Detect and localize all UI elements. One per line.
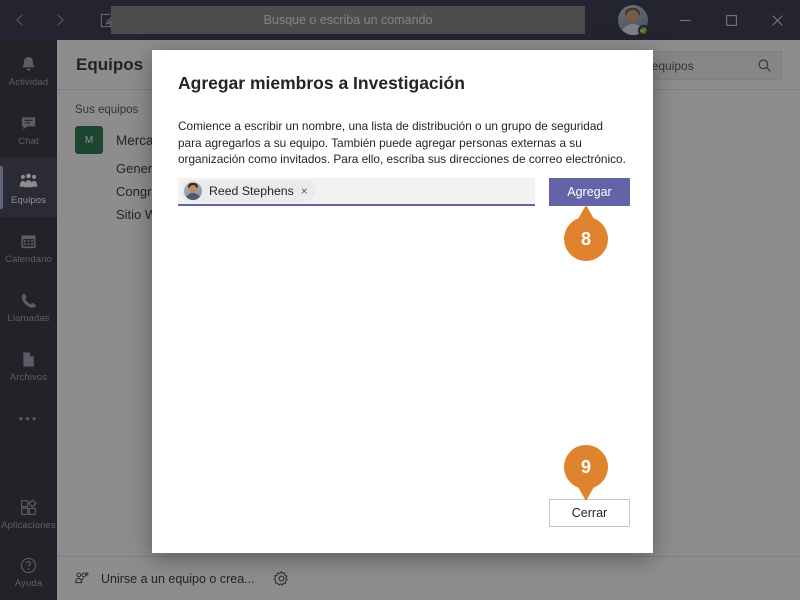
dialog-description: Comience a escribir un nombre, una lista… <box>178 119 626 166</box>
member-picker-input[interactable]: Reed Stephens × <box>178 178 535 206</box>
member-input-row: Reed Stephens × Agregar <box>178 178 630 206</box>
member-chip[interactable]: Reed Stephens × <box>181 180 316 202</box>
callout-step-9: 9 <box>564 445 608 501</box>
callout-step-8: 8 <box>564 205 608 261</box>
member-chip-avatar <box>184 182 202 200</box>
callout-9-tail <box>578 487 594 501</box>
add-button[interactable]: Agregar <box>549 178 630 206</box>
dialog-title: Agregar miembros a Investigación <box>178 73 465 93</box>
member-chip-name: Reed Stephens <box>209 184 294 198</box>
remove-member-icon[interactable]: × <box>301 185 308 197</box>
close-dialog-button[interactable]: Cerrar <box>549 499 630 527</box>
callout-9-number: 9 <box>564 445 608 489</box>
callout-8-number: 8 <box>564 217 608 261</box>
teams-window: Busque o escriba un comando <box>0 0 800 600</box>
